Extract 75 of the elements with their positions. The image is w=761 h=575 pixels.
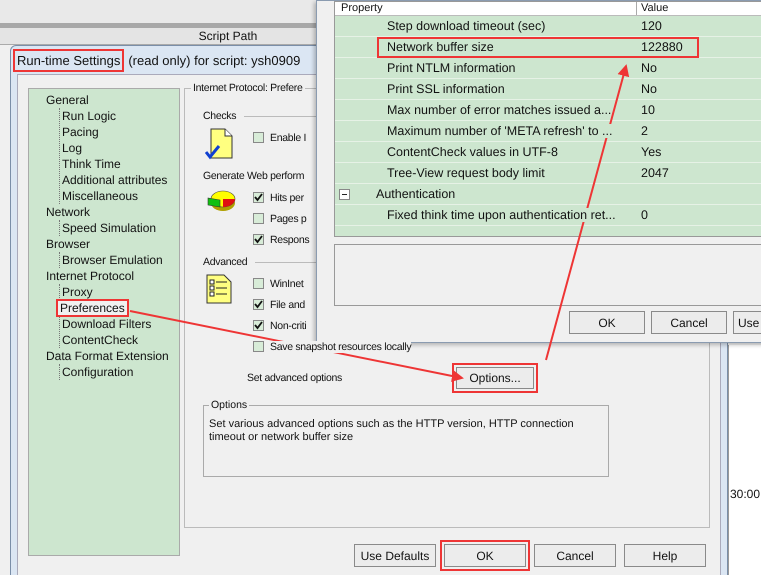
checkbox[interactable]: [253, 341, 264, 352]
column-header: Script Path: [0, 28, 316, 45]
property-value[interactable]: 122880: [641, 40, 683, 54]
property-name: Print SSL information: [387, 82, 505, 96]
checkbox[interactable]: [253, 213, 264, 224]
tree-item[interactable]: Additional attributes: [60, 173, 170, 187]
property-name: Maximum number of 'META refresh' to ...: [387, 124, 612, 138]
tree-item[interactable]: Configuration: [60, 365, 136, 379]
checkbox-label: Respons: [270, 234, 310, 246]
property-name: ContentCheck values in UTF-8: [387, 145, 558, 159]
property-name: Print NTLM information: [387, 61, 516, 75]
property-value[interactable]: 2047: [641, 166, 669, 180]
property-value[interactable]: 0: [641, 208, 648, 222]
checkbox-label: Save snapshot resources locally: [270, 340, 412, 352]
tree-item[interactable]: Browser: [44, 237, 92, 251]
dialog-button[interactable]: Use Defaults: [354, 544, 436, 567]
checkbox-label: WinInet: [270, 278, 304, 290]
options-title: Options: [209, 399, 250, 411]
checkbox-label: Pages p: [270, 212, 306, 224]
options-description: Set various advanced options such as the HTTP version, HTTP connection timeout or network buffer size: [209, 418, 575, 444]
tree-item[interactable]: Think Time: [60, 157, 123, 171]
checkbox[interactable]: [253, 320, 264, 331]
tree-item[interactable]: Preferences: [58, 301, 127, 315]
checkbox[interactable]: [253, 299, 264, 310]
property-value[interactable]: 2: [641, 124, 648, 138]
tree-item[interactable]: Speed Simulation: [60, 221, 158, 235]
column-header: Property: [335, 2, 637, 15]
tree-item[interactable]: Pacing: [60, 125, 101, 139]
tree-item[interactable]: Browser Emulation: [60, 253, 165, 267]
section-title: Generate Web perform: [203, 170, 304, 182]
tree-item[interactable]: Run Logic: [60, 109, 118, 123]
checkbox[interactable]: [253, 192, 264, 203]
property-value[interactable]: Yes: [641, 145, 662, 159]
property-value[interactable]: No: [641, 61, 657, 75]
checkbox[interactable]: [253, 132, 264, 143]
tree-item[interactable]: Proxy: [60, 285, 95, 299]
window-title: (read only) for script: ysh0909: [128, 52, 300, 68]
property-name: Fixed think time upon authentication ret...: [387, 208, 616, 222]
dialog-button[interactable]: Use: [733, 311, 761, 334]
dialog-button[interactable]: Cancel: [651, 311, 727, 334]
tree-item[interactable]: Internet Protocol: [44, 269, 136, 283]
options-button[interactable]: Options...: [456, 367, 534, 389]
checkbox-label: Hits per: [270, 192, 304, 204]
tree-item[interactable]: ContentCheck: [60, 333, 140, 347]
property-name: Network buffer size: [387, 40, 494, 54]
dialog-button[interactable]: Cancel: [534, 544, 616, 567]
checkbox-label: Non-criti: [270, 320, 306, 332]
section-title: Checks: [203, 110, 236, 122]
property-name: Tree-View request body limit: [387, 166, 545, 180]
advanced-label: Set advanced options: [247, 372, 342, 384]
group-title: Internet Protocol: Prefere: [191, 82, 305, 94]
category-label: Authentication: [376, 187, 456, 201]
property-value[interactable]: 10: [641, 103, 655, 117]
tree-item[interactable]: General: [44, 93, 91, 107]
property-name: Step download timeout (sec): [387, 19, 546, 33]
checkbox-label: Enable I: [270, 132, 306, 144]
property-value[interactable]: No: [641, 82, 657, 96]
checkbox-label: File and: [270, 298, 305, 310]
tree-item[interactable]: Data Format Extension: [44, 349, 171, 363]
tree-item[interactable]: Miscellaneous: [60, 189, 140, 203]
dialog-button[interactable]: OK: [444, 544, 526, 567]
time-label: 30:00: [730, 487, 760, 501]
dialog-button[interactable]: OK: [569, 311, 645, 334]
tree-item[interactable]: Network: [44, 205, 92, 219]
dialog-button[interactable]: Help: [624, 544, 706, 567]
checkbox[interactable]: [253, 278, 264, 289]
tree-item[interactable]: Log: [60, 141, 84, 155]
window-title: Run-time Settings: [17, 52, 120, 68]
collapse-icon[interactable]: [339, 188, 350, 200]
section-title: Advanced: [203, 256, 248, 268]
tree-item[interactable]: Download Filters: [60, 317, 154, 331]
checkbox[interactable]: [253, 234, 264, 245]
property-value[interactable]: 120: [641, 19, 662, 33]
property-name: Max number of error matches issued a...: [387, 103, 612, 117]
column-header: Value: [640, 2, 668, 15]
